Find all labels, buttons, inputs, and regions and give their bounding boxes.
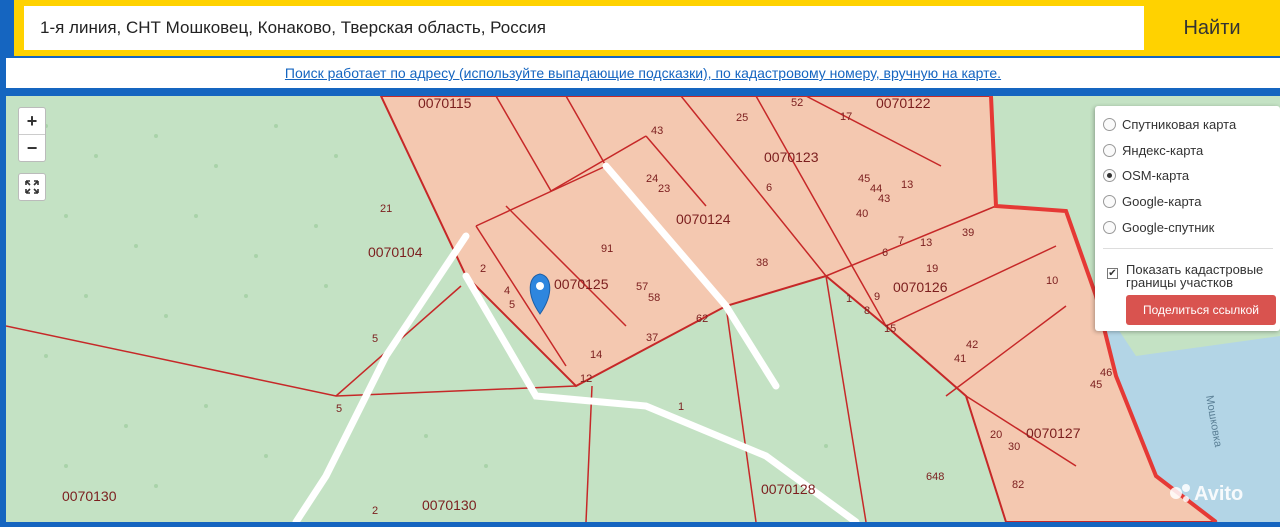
- avito-watermark: Avito: [1166, 476, 1274, 510]
- parcel-number: 30: [1008, 441, 1020, 453]
- parcel-number: 13: [920, 237, 932, 249]
- block-label: 0070127: [1026, 425, 1081, 441]
- parcel-number: 2: [372, 505, 378, 517]
- parcel-number: 42: [966, 339, 978, 351]
- parcel-number: 20: [990, 429, 1002, 441]
- zoom-out-button[interactable]: −: [19, 134, 45, 160]
- parcel-number: 23: [658, 183, 670, 195]
- parcel-number: 10: [1046, 275, 1058, 287]
- parcel-number: 1: [846, 293, 852, 305]
- search-bar: Найти: [14, 0, 1280, 56]
- radio-icon[interactable]: [1103, 195, 1116, 208]
- radio-icon[interactable]: [1103, 118, 1116, 131]
- parcel-number: 43: [878, 193, 890, 205]
- block-label: 0070130: [62, 488, 117, 504]
- cadastral-map[interactable]: 0070115 0070122 0070123 0070124 0070125 …: [6, 96, 1280, 522]
- parcel-number: 40: [856, 208, 868, 220]
- layer-label: Яндекс-карта: [1122, 143, 1204, 158]
- search-help-link[interactable]: Поиск работает по адресу (используйте вы…: [285, 65, 1001, 81]
- parcel-number: 24: [646, 173, 658, 185]
- layer-label: OSM-карта: [1122, 168, 1190, 183]
- parcel-number: 46: [1100, 367, 1112, 379]
- parcel-number: 21: [380, 203, 392, 215]
- search-input[interactable]: [24, 6, 1144, 50]
- parcel-number: 13: [901, 179, 913, 191]
- expand-arrows-icon: [25, 180, 39, 194]
- parcel-number: 9: [874, 291, 880, 303]
- divider: [1103, 248, 1273, 249]
- parcel-number: 6: [766, 182, 772, 194]
- parcel-number: 4: [504, 285, 510, 297]
- parcel-number: 2: [480, 263, 486, 275]
- parcel-number: 62: [696, 313, 708, 325]
- layer-label: Google-карта: [1122, 194, 1202, 209]
- zoom-control: + −: [18, 107, 46, 162]
- parcel-number: 57: [636, 281, 648, 293]
- radio-icon[interactable]: [1103, 144, 1116, 157]
- help-bar: Поиск работает по адресу (используйте вы…: [6, 58, 1280, 88]
- parcel-number: 8: [864, 305, 870, 317]
- parcel-number: 648: [926, 471, 944, 483]
- parcel-number: 6: [882, 247, 888, 259]
- cadastral-checkbox[interactable]: ✔: [1107, 268, 1118, 279]
- block-label: 0070123: [764, 149, 819, 165]
- layer-panel: Спутниковая карта Яндекс-карта OSM-карта…: [1095, 106, 1280, 331]
- parcel-number: 19: [926, 263, 938, 275]
- svg-text:Avito: Avito: [1194, 483, 1243, 505]
- parcel-number: 25: [736, 112, 748, 124]
- radio-selected-icon[interactable]: [1103, 169, 1116, 182]
- parcel-number: 7: [898, 235, 904, 247]
- top-bar: Найти Поиск работает по адресу (использу…: [0, 0, 1280, 96]
- parcel-number: 43: [651, 125, 663, 137]
- parcel-number: 38: [756, 257, 768, 269]
- parcel-number: 5: [372, 333, 378, 345]
- parcel-number: 45: [858, 173, 870, 185]
- parcel-number: 1: [678, 401, 684, 413]
- block-label: 0070125: [554, 276, 609, 292]
- block-label: 0070124: [676, 211, 731, 227]
- parcel-number: 37: [646, 332, 658, 344]
- parcel-number: 91: [601, 243, 613, 255]
- parcel-number: 41: [954, 353, 966, 365]
- radio-icon[interactable]: [1103, 221, 1116, 234]
- parcel-number: 17: [840, 111, 852, 123]
- bottom-frame: [0, 522, 1280, 527]
- block-label: 0070128: [761, 481, 816, 497]
- block-label: 0070130: [422, 497, 477, 513]
- avito-logo-icon: Avito: [1170, 483, 1243, 505]
- layer-label: Спутниковая карта: [1122, 117, 1237, 132]
- block-label: 0070104: [368, 244, 423, 260]
- parcel-number: 5: [509, 299, 515, 311]
- parcel-number: 39: [962, 227, 974, 239]
- fullscreen-button[interactable]: [18, 173, 46, 201]
- parcel-number: 82: [1012, 479, 1024, 491]
- layer-label: Google-спутник: [1122, 220, 1215, 235]
- parcel-number: 45: [1090, 379, 1102, 391]
- cadastral-label: Показать кадастровые границы участков: [1126, 262, 1264, 290]
- parcel-number: 15: [884, 323, 896, 335]
- block-label: 0070122: [876, 96, 931, 111]
- parcel-number: 58: [648, 292, 660, 304]
- parcel-number: 12: [580, 373, 592, 385]
- map-view[interactable]: 0070115 0070122 0070123 0070124 0070125 …: [6, 96, 1280, 522]
- parcel-number: 52: [791, 97, 803, 109]
- parcel-number: 5: [336, 403, 342, 415]
- block-label: 0070115: [418, 96, 472, 111]
- block-label: 0070126: [893, 279, 948, 295]
- parcel-number: 14: [590, 349, 602, 361]
- search-button[interactable]: Найти: [1144, 6, 1280, 50]
- share-link-button[interactable]: Поделиться ссылкой: [1126, 295, 1276, 325]
- zoom-in-button[interactable]: +: [19, 108, 45, 134]
